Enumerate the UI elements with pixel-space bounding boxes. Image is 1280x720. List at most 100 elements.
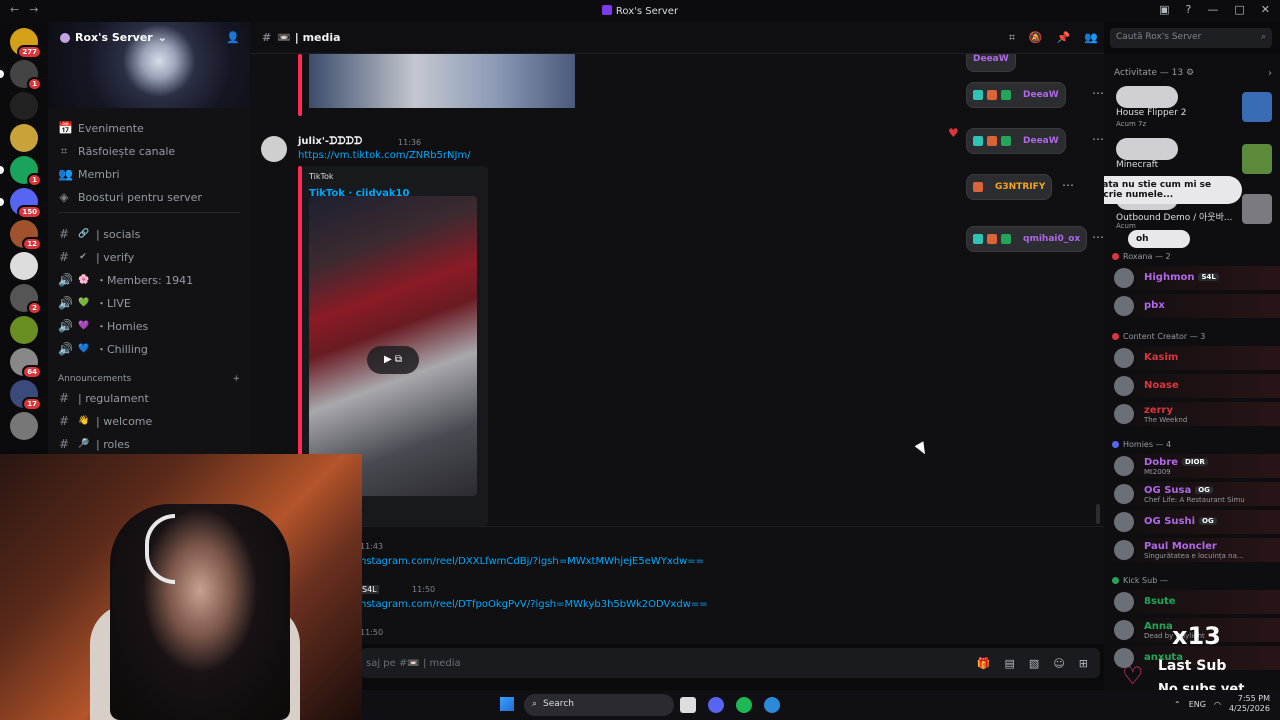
channel-item[interactable]: 🔊 🌸 ・Members: 1941 <box>58 270 242 290</box>
reaction-pill[interactable]: G3NTRIFY <box>966 174 1053 200</box>
member-row[interactable]: Dobre DIOR Mt2009 <box>1104 454 1280 478</box>
chevron-right-icon[interactable]: › <box>1268 68 1272 79</box>
server-icon[interactable] <box>10 316 38 344</box>
clock-time: 7:55 PM <box>1237 694 1270 703</box>
channel-item[interactable]: 🔊 💜 ・Homies <box>58 316 242 336</box>
member-row[interactable]: Highmon S4L <box>1104 266 1280 290</box>
member-row[interactable]: zerry The Weeknd <box>1104 402 1280 426</box>
server-name-dropdown[interactable]: Rox's Server ⌄ <box>60 31 167 44</box>
server-icon[interactable] <box>10 124 38 152</box>
sidebar-menu-item[interactable]: 👥 Membri <box>58 164 242 184</box>
server-icon[interactable]: 1 <box>0 60 42 91</box>
server-icon[interactable] <box>10 252 38 280</box>
apps-icon[interactable]: ⊞ <box>1079 657 1088 670</box>
scrollbar[interactable] <box>1096 504 1100 524</box>
stream-sub-overlay: x13 ♡ Last Sub No subs yet <box>1122 610 1278 697</box>
reaction-pill[interactable]: DeeaW <box>966 82 1066 108</box>
message-composer[interactable]: saj pe #📼 | media 🎁 ▤ ▧ ☺ ⊞ <box>360 648 1100 678</box>
game-icon <box>1242 194 1272 224</box>
maximize-button[interactable]: □ <box>1234 3 1244 16</box>
more-options-icon[interactable]: ⋯ <box>1092 132 1104 146</box>
game-icon <box>1242 92 1272 122</box>
help-icon[interactable]: ? <box>1186 3 1192 16</box>
server-icon[interactable]: 277 <box>10 28 42 59</box>
member-row[interactable]: Paul Moncler Singurătatea e locuința na..… <box>1104 538 1280 562</box>
server-banner[interactable]: Rox's Server ⌄ 👤 <box>48 22 250 108</box>
server-icon[interactable]: 17 <box>10 380 42 411</box>
taskbar-search[interactable]: ⌕ Search <box>524 694 674 716</box>
channel-item[interactable]: # 🔎 | roles <box>58 434 242 454</box>
server-icon[interactable]: 150 <box>0 188 42 219</box>
file-explorer-icon[interactable] <box>680 697 696 713</box>
activity-card[interactable]: House Flipper 2 Acum 7z <box>1110 86 1276 132</box>
sidebar-menu-item[interactable]: ⌗ Răsfoiește canale <box>58 141 242 161</box>
member-row[interactable]: OG Sushi OG <box>1104 510 1280 534</box>
windows-start-icon[interactable] <box>500 697 514 711</box>
invite-icon[interactable]: 👤 <box>226 31 240 44</box>
reaction-label: qmihai0_ox <box>1023 234 1081 244</box>
channel-item[interactable]: 🔊 💚 ・LIVE <box>58 293 242 313</box>
play-button[interactable]: ▶ ⧉ <box>367 346 419 374</box>
clock[interactable]: 7:55 PM 4/25/2026 <box>1229 694 1270 714</box>
member-avatar <box>1114 540 1134 560</box>
channel-item[interactable]: # ✔ | verify <box>58 247 242 267</box>
more-options-icon[interactable]: ⋯ <box>1092 230 1104 244</box>
channel-item[interactable]: 🔊 💙 ・Chilling <box>58 339 242 359</box>
message-username[interactable]: julix'-ᗪᗪᗪᗪ <box>298 136 362 147</box>
members-icon[interactable]: 👥 <box>1084 31 1098 45</box>
gif-icon[interactable]: ▤ <box>1005 657 1015 670</box>
channel-label: ・Members: 1941 <box>96 274 194 287</box>
channel-item[interactable]: # 🔗 | socials <box>58 224 242 244</box>
reaction-pill[interactable]: DeeaW <box>966 54 1016 72</box>
channel-emoji-icon: ✔ <box>79 252 87 262</box>
add-channel-icon[interactable]: + <box>232 374 240 384</box>
mute-icon[interactable]: 🔕 <box>1029 31 1043 45</box>
more-options-icon[interactable]: ⋯ <box>1092 86 1104 100</box>
member-name-text: Kasim <box>1144 352 1179 363</box>
message-link[interactable]: nstagram.com/reel/DXXLfwmCdBj/?igsh=MWxt… <box>360 556 704 567</box>
server-icon[interactable]: 12 <box>10 220 42 251</box>
search-input[interactable]: Caută Rox's Server ⌕ <box>1110 28 1272 48</box>
member-row[interactable]: pbx <box>1104 294 1280 318</box>
member-row[interactable]: Kasim <box>1104 346 1280 370</box>
reaction-pill[interactable]: qmihai0_ox <box>966 226 1088 252</box>
gift-icon[interactable]: 🎁 <box>977 657 991 670</box>
sidebar-menu-item[interactable]: 📅 Evenimente <box>58 118 242 138</box>
category-announcements[interactable]: Announcements + <box>58 374 240 384</box>
member-group-header: Content Creator — 3 <box>1112 332 1205 341</box>
wifi-icon[interactable]: ◠ <box>1214 700 1221 709</box>
channel-item[interactable]: # | regulament <box>58 388 242 408</box>
inbox-icon[interactable]: ▣ <box>1159 3 1169 16</box>
server-icon[interactable]: 64 <box>10 348 42 379</box>
edge-icon[interactable] <box>764 697 780 713</box>
gear-icon[interactable]: ⚙ <box>1186 68 1194 78</box>
close-button[interactable]: ✕ <box>1261 3 1270 16</box>
user-avatar[interactable] <box>261 136 287 162</box>
channel-item[interactable]: # 👋 | welcome <box>58 411 242 431</box>
message-link[interactable]: https://vm.tiktok.com/ZNRb5rNJm/ <box>298 150 471 161</box>
more-options-icon[interactable]: ⋯ <box>1062 178 1074 192</box>
sticker-icon[interactable]: ▧ <box>1029 657 1039 670</box>
language-indicator[interactable]: ENG <box>1189 700 1206 709</box>
sidebar-menu-item[interactable]: ◈ Boosturi pentru server <box>58 187 242 207</box>
emoji-icon[interactable]: ☺ <box>1053 657 1064 670</box>
server-icon[interactable] <box>10 92 38 120</box>
server-icon[interactable]: 2 <box>10 284 42 315</box>
spotify-icon[interactable] <box>736 697 752 713</box>
discord-icon[interactable] <box>708 697 724 713</box>
server-icon <box>60 32 70 43</box>
server-icon[interactable] <box>10 412 38 440</box>
member-row[interactable]: Noase <box>1104 374 1280 398</box>
pin-icon[interactable]: 📌 <box>1057 31 1071 45</box>
reaction-pill[interactable]: DeeaW <box>966 128 1066 154</box>
message-link[interactable]: nstagram.com/reel/DTfpoOkgPvV/?igsh=MWky… <box>360 599 708 610</box>
member-row[interactable]: OG Susa OG Chef Life: A Restaurant Simu <box>1104 482 1280 506</box>
server-icon[interactable]: 1 <box>0 156 42 187</box>
threads-icon[interactable]: ⌗ <box>1009 31 1015 45</box>
previous-embed-video[interactable] <box>309 54 575 108</box>
system-tray: ⌃ ENG ◠ 7:55 PM 4/25/2026 <box>1174 694 1270 714</box>
menu-icon: 📅 <box>58 121 73 135</box>
minimize-button[interactable]: — <box>1207 3 1218 16</box>
tray-chevron-icon[interactable]: ⌃ <box>1174 700 1181 709</box>
reaction-emoji-icon <box>987 90 997 100</box>
